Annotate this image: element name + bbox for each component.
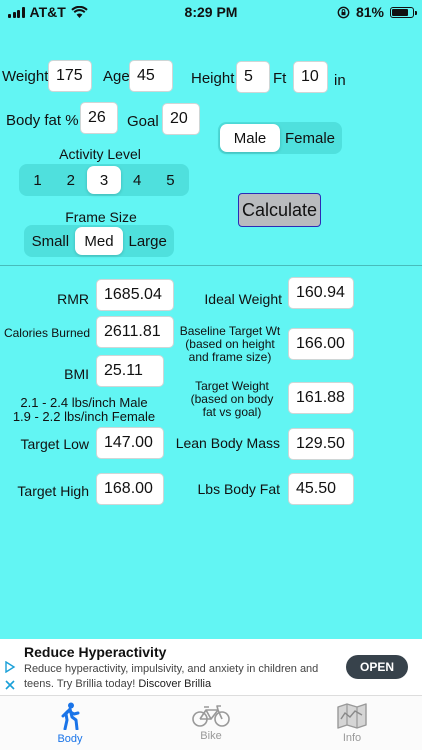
- activity-option-3[interactable]: 3: [87, 166, 121, 194]
- activity-level-label: Activity Level: [59, 146, 141, 162]
- tab-bar: Body Bike Info: [0, 695, 422, 750]
- sex-segmented-control: Male Female: [218, 122, 342, 154]
- lbs-body-fat-label: Lbs Body Fat: [197, 481, 281, 497]
- section-divider: [0, 265, 422, 266]
- baseline-label-line-3: and frame size): [188, 350, 272, 364]
- activity-option-2[interactable]: 2: [54, 166, 87, 194]
- ad-text-line-1: Reduce hyperactivity, impulsivity, and a…: [24, 663, 319, 675]
- target-weight-label-line-3: fat vs goal): [202, 405, 262, 419]
- baseline-target-label: Baseline Target Wt (based on height and …: [174, 325, 286, 364]
- ad-close-icon[interactable]: [4, 679, 16, 691]
- sex-option-male[interactable]: Male: [220, 124, 280, 152]
- wifi-icon: [71, 6, 88, 18]
- ad-text-line-2: teens. Try Brillia today!: [24, 678, 136, 690]
- frame-option-large[interactable]: Large: [123, 227, 172, 255]
- ad-text: Reduce hyperactivity, impulsivity, and a…: [24, 662, 329, 692]
- frame-size-label: Frame Size: [65, 209, 137, 225]
- rmr-value: 1685.04: [96, 279, 174, 311]
- rmr-label: RMR: [57, 291, 89, 307]
- status-carrier: AT&T: [8, 4, 88, 20]
- tab-body[interactable]: Body: [0, 696, 140, 750]
- status-bar: 8:29 PM AT&T 81%: [0, 0, 422, 24]
- bmi-range-note: 2.1 - 2.4 lbs/inch Male 1.9 - 2.2 lbs/in…: [0, 396, 168, 424]
- tab-bike[interactable]: Bike: [141, 696, 281, 750]
- bmi-note-female: 1.9 - 2.2 lbs/inch Female: [12, 409, 156, 424]
- orientation-lock-icon: [337, 6, 350, 18]
- target-weight-value: 161.88: [288, 382, 354, 414]
- target-high-value: 168.00: [96, 473, 164, 505]
- map-icon: [337, 703, 367, 729]
- bmi-value: 25.11: [96, 355, 164, 387]
- calories-burned-value: 2611.81: [96, 316, 174, 348]
- activity-option-4[interactable]: 4: [121, 166, 154, 194]
- ft-label: Ft: [273, 70, 287, 87]
- height-label: Height: [191, 70, 235, 87]
- walking-person-icon: [61, 702, 80, 730]
- signal-icon: [8, 6, 25, 18]
- age-label: Age: [103, 68, 130, 85]
- baseline-target-value: 166.00: [288, 328, 354, 360]
- status-right: 81%: [337, 4, 417, 20]
- frame-size-segmented-control: Small Med Large: [24, 225, 174, 257]
- tab-info[interactable]: Info: [282, 696, 422, 750]
- target-high-label: Target High: [17, 483, 89, 499]
- height-ft-input[interactable]: 5: [236, 61, 270, 93]
- ideal-weight-label: Ideal Weight: [204, 291, 282, 307]
- ad-open-button[interactable]: OPEN: [346, 655, 408, 679]
- weight-input[interactable]: 175: [48, 60, 92, 92]
- tab-body-label: Body: [57, 733, 83, 745]
- lean-body-mass-value: 129.50: [288, 428, 354, 460]
- calories-burned-label: Calories Burned: [3, 326, 90, 340]
- in-label: in: [334, 72, 346, 89]
- ad-title: Reduce Hyperactivity: [24, 644, 167, 660]
- target-low-label: Target Low: [20, 436, 89, 452]
- activity-segmented-control: 1 2 3 4 5: [19, 164, 189, 196]
- bodyfat-label: Body fat %: [6, 112, 79, 129]
- target-low-value: 147.00: [96, 427, 164, 459]
- bmi-label: BMI: [64, 366, 89, 382]
- goal-label: Goal: [127, 113, 159, 130]
- ad-choices-icon[interactable]: [4, 661, 16, 673]
- frame-option-small[interactable]: Small: [26, 227, 75, 255]
- age-input[interactable]: 45: [129, 60, 173, 92]
- calculate-button[interactable]: Calculate: [238, 193, 321, 227]
- tab-info-label: Info: [342, 732, 362, 744]
- battery-icon: [390, 6, 417, 18]
- bicycle-icon: [192, 705, 230, 727]
- target-weight-label: Target Weight (based on body fat vs goal…: [180, 380, 284, 419]
- bmi-note-male: 2.1 - 2.4 lbs/inch Male: [20, 395, 148, 410]
- lean-body-mass-label: Lean Body Mass: [175, 435, 280, 451]
- ad-link[interactable]: Discover Brillia: [138, 678, 211, 690]
- ideal-weight-value: 160.94: [288, 277, 354, 309]
- activity-option-5[interactable]: 5: [154, 166, 187, 194]
- carrier-label: AT&T: [29, 4, 66, 20]
- tab-bike-label: Bike: [200, 730, 222, 742]
- battery-fill: [392, 8, 409, 16]
- battery-percent: 81%: [355, 4, 384, 20]
- ad-banner[interactable]: Reduce Hyperactivity Reduce hyperactivit…: [0, 639, 422, 695]
- lbs-body-fat-value: 45.50: [288, 473, 354, 505]
- goal-input[interactable]: 20: [162, 103, 200, 135]
- activity-option-1[interactable]: 1: [21, 166, 54, 194]
- weight-label: Weight: [2, 68, 49, 85]
- sex-option-female[interactable]: Female: [280, 124, 340, 152]
- bodyfat-input[interactable]: 26: [80, 102, 118, 134]
- height-in-input[interactable]: 10: [293, 61, 328, 93]
- frame-option-med[interactable]: Med: [74, 227, 124, 255]
